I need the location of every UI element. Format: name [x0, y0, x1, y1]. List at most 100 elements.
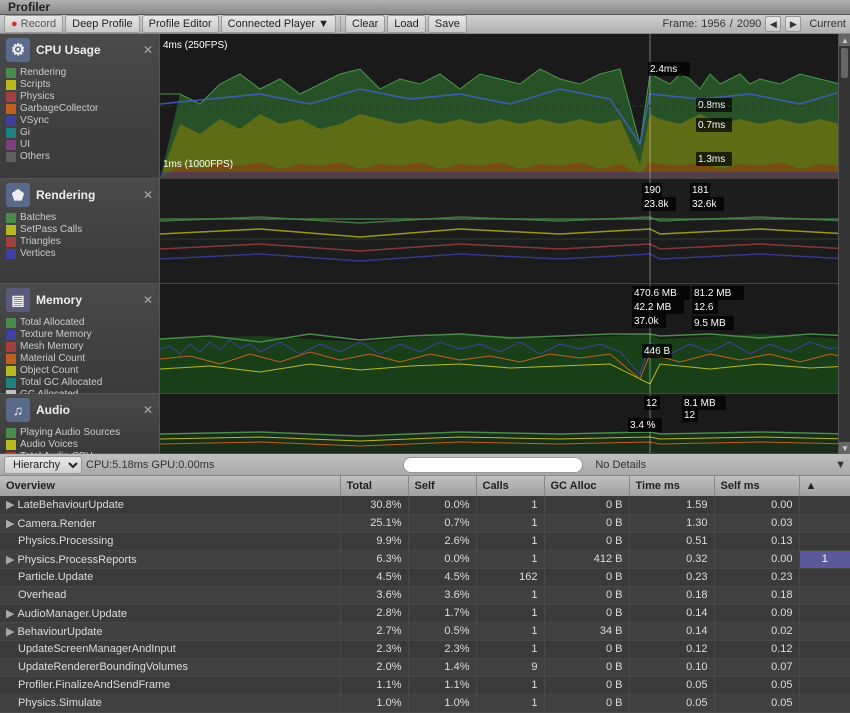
deep-profile-button[interactable]: Deep Profile [65, 15, 140, 33]
legend-vertices: Vertices [6, 248, 153, 259]
clear-button[interactable]: Clear [345, 15, 385, 33]
row-timeMs: 0.14 [629, 622, 714, 640]
legend-batches-color [6, 213, 16, 223]
audio-panel-close[interactable]: ✕ [143, 403, 153, 417]
table-row[interactable]: Physics.Simulate1.0%1.0%10 B0.050.05 [0, 694, 850, 712]
row-total: 1.1% [340, 676, 408, 694]
svg-text:181: 181 [692, 185, 709, 196]
memory-chart[interactable]: 470.6 MB 42.2 MB 37.0k 81.2 MB 12.6 9.5 … [160, 284, 838, 394]
legend-rendering-color [6, 68, 16, 78]
scroll-thumb[interactable] [841, 48, 848, 78]
row-timeMs: 1.30 [629, 514, 714, 532]
legend-vsync: VSync [6, 115, 153, 126]
row-indicator [799, 604, 850, 622]
legend-scripts-color [6, 80, 16, 90]
cpu-icon: ⚙ [6, 38, 30, 62]
profiler-scrollbar[interactable]: ▲ ▼ [838, 34, 850, 454]
row-selfMs: 0.02 [714, 622, 799, 640]
cpu-panel-close[interactable]: ✕ [143, 43, 153, 57]
row-gcAlloc: 0 B [544, 532, 629, 550]
scroll-track[interactable] [839, 46, 850, 442]
row-indicator [799, 622, 850, 640]
row-total: 2.3% [340, 640, 408, 658]
row-indicator [799, 568, 850, 586]
row-timeMs: 0.05 [629, 676, 714, 694]
rendering-chart[interactable]: 190 23.8k 181 32.6k [160, 179, 838, 284]
cpu-panel-title: ⚙ CPU Usage [6, 38, 101, 62]
connected-player-button[interactable]: Connected Player ▼ [221, 15, 336, 33]
row-self: 3.6% [408, 586, 476, 604]
table-header-row: Overview Total Self Calls GC Alloc Time … [0, 476, 850, 496]
row-selfMs: 0.18 [714, 586, 799, 604]
row-total: 2.8% [340, 604, 408, 622]
legend-triangles: Triangles [6, 236, 153, 247]
table-row[interactable]: UpdateScreenManagerAndInput2.3%2.3%10 B0… [0, 640, 850, 658]
memory-panel-title: ▤ Memory [6, 288, 82, 312]
row-indicator [799, 676, 850, 694]
scroll-up-button[interactable]: ▲ [839, 34, 850, 46]
toolbar-separator [340, 16, 341, 32]
table-row[interactable]: ▶LateBehaviourUpdate30.8%0.0%10 B1.590.0… [0, 496, 850, 514]
rendering-panel-close[interactable]: ✕ [143, 188, 153, 202]
svg-text:9.5 MB: 9.5 MB [694, 318, 726, 329]
table-row[interactable]: ▶BehaviourUpdate2.7%0.5%134 B0.140.02 [0, 622, 850, 640]
hierarchy-select[interactable]: Hierarchy [4, 456, 82, 474]
header-self[interactable]: Self [408, 476, 476, 496]
table-row[interactable]: Profiler.FinalizeAndSendFrame1.1%1.1%10 … [0, 676, 850, 694]
audio-chart[interactable]: 12 8.1 MB 3.4 % 12 [160, 394, 838, 454]
row-gcAlloc: 34 B [544, 622, 629, 640]
row-gcAlloc: 0 B [544, 604, 629, 622]
row-calls: 162 [476, 568, 544, 586]
header-timems[interactable]: Time ms [629, 476, 714, 496]
row-indicator [799, 694, 850, 712]
row-selfMs: 0.09 [714, 604, 799, 622]
table-row[interactable]: ▶AudioManager.Update2.8%1.7%10 B0.140.09 [0, 604, 850, 622]
row-gcAlloc: 0 B [544, 514, 629, 532]
row-indicator [799, 532, 850, 550]
table-container: Overview Total Self Calls GC Alloc Time … [0, 476, 850, 713]
row-name: UpdateScreenManagerAndInput [0, 640, 340, 658]
row-name: Physics.Processing [0, 532, 340, 550]
table-body: ▶LateBehaviourUpdate30.8%0.0%10 B1.590.0… [0, 496, 850, 712]
table-row[interactable]: Particle.Update4.5%4.5%1620 B0.230.23 [0, 568, 850, 586]
row-calls: 1 [476, 496, 544, 514]
row-name: ▶Camera.Render [0, 514, 340, 532]
profile-editor-button[interactable]: Profile Editor [142, 15, 219, 33]
rendering-chart-svg: 190 23.8k 181 32.6k [160, 179, 838, 284]
table-row[interactable]: ▶Camera.Render25.1%0.7%10 B1.300.03 [0, 514, 850, 532]
save-button[interactable]: Save [428, 15, 467, 33]
legend-texture-mem-color [6, 330, 16, 340]
row-self: 1.4% [408, 658, 476, 676]
legend-gc: GarbageCollector [6, 103, 153, 114]
row-timeMs: 0.23 [629, 568, 714, 586]
search-input[interactable] [403, 457, 583, 473]
frame-next-button[interactable]: ▶ [785, 16, 801, 32]
table-row[interactable]: Physics.Processing9.9%2.6%10 B0.510.13 [0, 532, 850, 550]
header-total[interactable]: Total [340, 476, 408, 496]
legend-ui-color [6, 140, 16, 150]
memory-panel-close[interactable]: ✕ [143, 293, 153, 307]
record-button[interactable]: ● Record [4, 15, 63, 33]
right-charts: 4ms (250FPS) 1ms (1000FPS) 2.4ms 0.8ms 0… [160, 34, 838, 454]
svg-text:470.6 MB: 470.6 MB [634, 288, 677, 299]
load-button[interactable]: Load [387, 15, 425, 33]
row-self: 1.1% [408, 676, 476, 694]
legend-mesh-mem: Mesh Memory [6, 341, 153, 352]
scroll-down-button[interactable]: ▼ [839, 442, 850, 454]
header-calls[interactable]: Calls [476, 476, 544, 496]
legend-total-alloc-color [6, 318, 16, 328]
header-sort[interactable]: ▲ [799, 476, 850, 496]
frame-prev-button[interactable]: ◀ [765, 16, 781, 32]
table-row[interactable]: ▶Physics.ProcessReports6.3%0.0%1412 B0.3… [0, 550, 850, 568]
cpu-chart[interactable]: 4ms (250FPS) 1ms (1000FPS) 2.4ms 0.8ms 0… [160, 34, 838, 179]
details-arrow[interactable]: ▼ [835, 459, 846, 471]
row-gcAlloc: 0 B [544, 694, 629, 712]
header-gcalloc[interactable]: GC Alloc [544, 476, 629, 496]
legend-vsync-color [6, 116, 16, 126]
memory-panel-label: ▤ Memory ✕ Total Allocated Texture Memor… [0, 284, 159, 394]
header-overview[interactable]: Overview [0, 476, 340, 496]
header-selfms[interactable]: Self ms [714, 476, 799, 496]
table-row[interactable]: Overhead3.6%3.6%10 B0.180.18 [0, 586, 850, 604]
table-row[interactable]: UpdateRendererBoundingVolumes2.0%1.4%90 … [0, 658, 850, 676]
row-gcAlloc: 0 B [544, 496, 629, 514]
